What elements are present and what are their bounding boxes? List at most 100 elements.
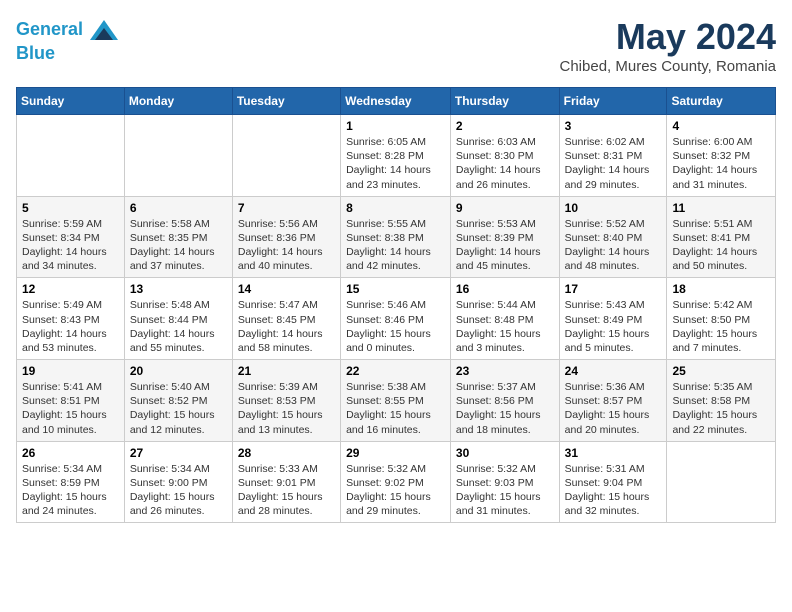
day-cell: 19Sunrise: 5:41 AMSunset: 8:51 PMDayligh… [17, 360, 125, 442]
day-info: Sunrise: 5:47 AMSunset: 8:45 PMDaylight:… [238, 298, 335, 355]
week-row-5: 26 Sunrise: 5:34 AMSunset: 8:59 PMDayligh… [17, 441, 776, 523]
logo-line1: General [16, 19, 83, 39]
day-info: Sunrise: 5:35 AMSunset: 8:58 PMDaylight:… [672, 380, 770, 437]
header-row: SundayMondayTuesdayWednesdayThursdayFrid… [17, 88, 776, 115]
day-number: 10 [565, 201, 662, 215]
day-cell: 28Sunrise: 5:33 AMSunset: 9:01 PMDayligh… [232, 441, 340, 523]
day-cell: 20Sunrise: 5:40 AMSunset: 8:52 PMDayligh… [124, 360, 232, 442]
day-info: Sunrise: 5:34 AMSunset: 9:00 PMDaylight:… [130, 462, 227, 519]
day-number: 23 [456, 364, 554, 378]
day-number: 2 [456, 119, 554, 133]
day-info: Sunrise: 5:34 AMSunset: 8:59 PMDaylight:… [22, 462, 119, 519]
day-cell: 7 Sunrise: 5:56 AMSunset: 8:36 PMDaylight… [232, 196, 340, 278]
day-cell: 14 Sunrise: 5:47 AMSunset: 8:45 PMDayligh… [232, 278, 340, 360]
day-info: Sunrise: 5:48 AMSunset: 8:44 PMDaylight:… [130, 298, 227, 355]
day-cell: 3 Sunrise: 6:02 AMSunset: 8:31 PMDaylight… [559, 115, 667, 197]
day-cell: 9 Sunrise: 5:53 AMSunset: 8:39 PMDaylight… [450, 196, 559, 278]
day-cell: 22 Sunrise: 5:38 AMSunset: 8:55 PMDayligh… [341, 360, 451, 442]
day-cell: 1Sunrise: 6:05 AMSunset: 8:28 PMDaylight… [341, 115, 451, 197]
day-number: 27 [130, 446, 227, 460]
day-number: 26 [22, 446, 119, 460]
day-number: 16 [456, 282, 554, 296]
logo-line2-text: Blue [16, 44, 118, 64]
day-info: Sunrise: 5:53 AMSunset: 8:39 PMDaylight:… [456, 217, 554, 274]
day-number: 24 [565, 364, 662, 378]
day-cell: 27 Sunrise: 5:34 AMSunset: 9:00 PMDayligh… [124, 441, 232, 523]
week-row-4: 19Sunrise: 5:41 AMSunset: 8:51 PMDayligh… [17, 360, 776, 442]
header-cell-friday: Friday [559, 88, 667, 115]
day-cell [17, 115, 125, 197]
day-number: 11 [672, 201, 770, 215]
day-cell: 26 Sunrise: 5:34 AMSunset: 8:59 PMDayligh… [17, 441, 125, 523]
day-number: 31 [565, 446, 662, 460]
day-info: Sunrise: 5:42 AMSunset: 8:50 PMDaylight:… [672, 298, 770, 355]
page-header: General Blue May 2024 Chibed, Mures Coun… [16, 16, 776, 75]
day-info: Sunrise: 6:00 AMSunset: 8:32 PMDaylight:… [672, 135, 770, 192]
day-info: Sunrise: 5:32 AMSunset: 9:02 PMDaylight:… [346, 462, 445, 519]
calendar-body: 1Sunrise: 6:05 AMSunset: 8:28 PMDaylight… [17, 115, 776, 523]
title-block: May 2024 Chibed, Mures County, Romania [560, 16, 777, 75]
day-number: 5 [22, 201, 119, 215]
day-number: 15 [346, 282, 445, 296]
header-cell-tuesday: Tuesday [232, 88, 340, 115]
day-number: 6 [130, 201, 227, 215]
day-cell: 8Sunrise: 5:55 AMSunset: 8:38 PMDaylight… [341, 196, 451, 278]
day-info: Sunrise: 5:44 AMSunset: 8:48 PMDaylight:… [456, 298, 554, 355]
day-info: Sunrise: 5:36 AMSunset: 8:57 PMDaylight:… [565, 380, 662, 437]
day-info: Sunrise: 6:02 AMSunset: 8:31 PMDaylight:… [565, 135, 662, 192]
day-cell [667, 441, 776, 523]
header-cell-monday: Monday [124, 88, 232, 115]
day-number: 29 [346, 446, 445, 460]
day-cell: 30 Sunrise: 5:32 AMSunset: 9:03 PMDayligh… [450, 441, 559, 523]
header-cell-wednesday: Wednesday [341, 88, 451, 115]
day-cell [124, 115, 232, 197]
day-number: 18 [672, 282, 770, 296]
day-number: 12 [22, 282, 119, 296]
day-number: 22 [346, 364, 445, 378]
header-cell-saturday: Saturday [667, 88, 776, 115]
day-number: 3 [565, 119, 662, 133]
day-cell: 5 Sunrise: 5:59 AMSunset: 8:34 PMDaylight… [17, 196, 125, 278]
day-cell: 10 Sunrise: 5:52 AMSunset: 8:40 PMDayligh… [559, 196, 667, 278]
day-cell: 25 Sunrise: 5:35 AMSunset: 8:58 PMDayligh… [667, 360, 776, 442]
subtitle: Chibed, Mures County, Romania [560, 58, 777, 75]
day-number: 25 [672, 364, 770, 378]
calendar-header: SundayMondayTuesdayWednesdayThursdayFrid… [17, 88, 776, 115]
day-cell: 16 Sunrise: 5:44 AMSunset: 8:48 PMDayligh… [450, 278, 559, 360]
day-number: 7 [238, 201, 335, 215]
day-number: 8 [346, 201, 445, 215]
day-info: Sunrise: 5:38 AMSunset: 8:55 PMDaylight:… [346, 380, 445, 437]
day-info: Sunrise: 5:49 AMSunset: 8:43 PMDaylight:… [22, 298, 119, 355]
day-info: Sunrise: 5:31 AMSunset: 9:04 PMDaylight:… [565, 462, 662, 519]
day-info: Sunrise: 5:59 AMSunset: 8:34 PMDaylight:… [22, 217, 119, 274]
day-info: Sunrise: 5:46 AMSunset: 8:46 PMDaylight:… [346, 298, 445, 355]
day-number: 14 [238, 282, 335, 296]
day-info: Sunrise: 5:39 AMSunset: 8:53 PMDaylight:… [238, 380, 335, 437]
day-number: 30 [456, 446, 554, 460]
day-number: 19 [22, 364, 119, 378]
day-number: 21 [238, 364, 335, 378]
day-info: Sunrise: 5:32 AMSunset: 9:03 PMDaylight:… [456, 462, 554, 519]
day-cell: 21 Sunrise: 5:39 AMSunset: 8:53 PMDayligh… [232, 360, 340, 442]
week-row-1: 1Sunrise: 6:05 AMSunset: 8:28 PMDaylight… [17, 115, 776, 197]
day-info: Sunrise: 5:43 AMSunset: 8:49 PMDaylight:… [565, 298, 662, 355]
day-cell: 18 Sunrise: 5:42 AMSunset: 8:50 PMDayligh… [667, 278, 776, 360]
calendar-table: SundayMondayTuesdayWednesdayThursdayFrid… [16, 87, 776, 523]
day-cell: 17Sunrise: 5:43 AMSunset: 8:49 PMDayligh… [559, 278, 667, 360]
day-info: Sunrise: 5:37 AMSunset: 8:56 PMDaylight:… [456, 380, 554, 437]
day-number: 28 [238, 446, 335, 460]
day-cell: 4Sunrise: 6:00 AMSunset: 8:32 PMDaylight… [667, 115, 776, 197]
day-info: Sunrise: 5:51 AMSunset: 8:41 PMDaylight:… [672, 217, 770, 274]
day-info: Sunrise: 5:56 AMSunset: 8:36 PMDaylight:… [238, 217, 335, 274]
day-cell: 6Sunrise: 5:58 AMSunset: 8:35 PMDaylight… [124, 196, 232, 278]
day-number: 1 [346, 119, 445, 133]
week-row-2: 5 Sunrise: 5:59 AMSunset: 8:34 PMDaylight… [17, 196, 776, 278]
logo-icon [90, 16, 118, 44]
day-number: 13 [130, 282, 227, 296]
day-info: Sunrise: 5:52 AMSunset: 8:40 PMDaylight:… [565, 217, 662, 274]
logo: General Blue [16, 16, 118, 64]
day-cell: 31 Sunrise: 5:31 AMSunset: 9:04 PMDayligh… [559, 441, 667, 523]
logo-text: General [16, 16, 118, 44]
day-cell: 29 Sunrise: 5:32 AMSunset: 9:02 PMDayligh… [341, 441, 451, 523]
day-number: 9 [456, 201, 554, 215]
